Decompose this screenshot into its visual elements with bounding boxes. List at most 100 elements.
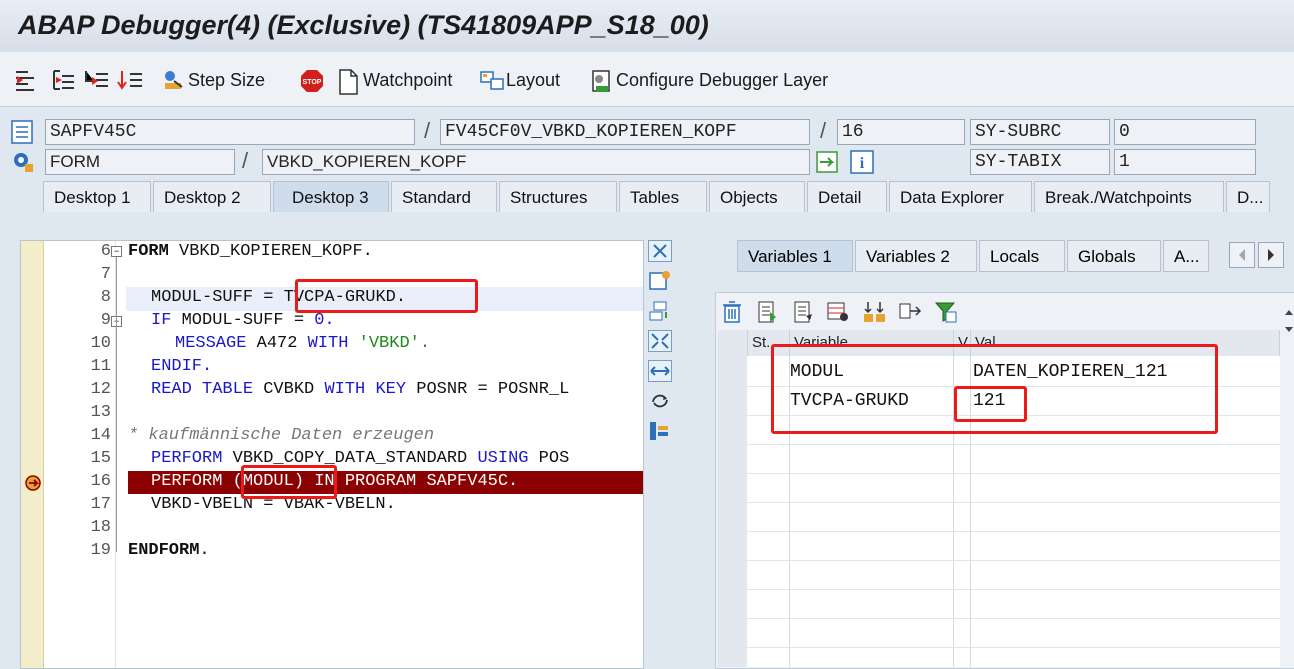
table-settings-icon[interactable] xyxy=(826,300,850,324)
execution-pointer-icon xyxy=(24,474,42,497)
code-line-9: IF MODUL-SUFF = 0. xyxy=(151,311,335,330)
sy-subrc-value: 0 xyxy=(1114,119,1256,145)
line-number: 18 xyxy=(90,518,111,537)
table-row[interactable] xyxy=(718,619,1280,648)
code-text: MODUL-SUFF = xyxy=(171,311,315,330)
tab-tables[interactable]: Tables xyxy=(619,181,707,212)
line-number: 7 xyxy=(100,265,111,284)
gear-icon xyxy=(10,149,36,180)
keyword: READ TABLE xyxy=(151,380,254,399)
delete-icon[interactable] xyxy=(720,300,744,324)
table-row[interactable] xyxy=(718,474,1280,503)
code-text: POS xyxy=(528,449,570,468)
code-text: A472 xyxy=(246,334,308,353)
svg-text:i: i xyxy=(860,155,865,172)
tab-locals[interactable]: Locals xyxy=(979,240,1065,272)
configure-icon xyxy=(590,69,612,92)
tab-breakpoints[interactable]: Break./Watchpoints xyxy=(1034,181,1224,212)
code-line-15: PERFORM VBKD_COPY_DATA_STANDARD USING PO… xyxy=(151,449,569,468)
table-row[interactable] xyxy=(718,445,1280,474)
number: 0. xyxy=(314,311,335,330)
navigate-icon[interactable] xyxy=(815,150,841,179)
tab-detail[interactable]: Detail xyxy=(807,181,887,212)
execute-icon[interactable] xyxy=(48,66,76,94)
layout-icon xyxy=(480,69,504,91)
line-field: 16 xyxy=(837,119,965,145)
services-tool-icon[interactable] xyxy=(648,420,672,442)
new-tool-icon[interactable] xyxy=(648,270,672,292)
sy-tabix-label: SY-TABIX xyxy=(970,149,1110,175)
tab-more-right[interactable]: A... xyxy=(1163,240,1209,272)
code-text: . xyxy=(199,541,210,560)
sy-tabix-value: 1 xyxy=(1114,149,1256,175)
tab-desktop-3[interactable]: Desktop 3 xyxy=(273,181,389,212)
tab-globals[interactable]: Globals xyxy=(1067,240,1161,272)
transfer-icon[interactable] xyxy=(898,300,922,324)
watchpoint-button[interactable]: Watchpoint xyxy=(337,66,452,95)
configure-debugger-layer-button[interactable]: Configure Debugger Layer xyxy=(590,66,828,94)
step-size-button[interactable]: Step Size xyxy=(162,66,265,94)
close-tool-icon[interactable] xyxy=(648,240,672,262)
table-row[interactable] xyxy=(718,590,1280,619)
code-line-14: * kaufmännische Daten erzeugen xyxy=(128,426,435,445)
collapse-toggle[interactable]: − xyxy=(111,246,122,257)
keyword: WITH xyxy=(307,334,349,353)
filter-icon[interactable] xyxy=(934,300,958,324)
scrollbar[interactable] xyxy=(1283,295,1294,345)
program-field: SAPFV45C xyxy=(45,119,415,145)
tab-desktop-2[interactable]: Desktop 2 xyxy=(153,181,271,212)
tab-standard[interactable]: Standard xyxy=(391,181,497,212)
annotation-box xyxy=(241,465,337,499)
tab-more[interactable]: D... xyxy=(1226,181,1270,212)
keyword: ENDFORM xyxy=(128,541,200,560)
code-line-6: FORM VBKD_KOPIEREN_KOPF. xyxy=(128,242,373,261)
keyword: MESSAGE xyxy=(175,334,247,353)
import-icon[interactable] xyxy=(756,300,780,324)
table-row[interactable] xyxy=(718,561,1280,590)
sy-subrc-label: SY-SUBRC xyxy=(970,119,1110,145)
table-row[interactable] xyxy=(718,503,1280,532)
tab-structures[interactable]: Structures xyxy=(499,181,617,212)
export-icon[interactable] xyxy=(792,300,816,324)
scroll-left-icon[interactable] xyxy=(1229,242,1255,268)
fold-line xyxy=(116,257,117,552)
tab-data-explorer[interactable]: Data Explorer xyxy=(889,181,1032,212)
separator: / xyxy=(424,118,431,143)
keyword: WITH KEY xyxy=(324,380,407,399)
keyword: PERFORM xyxy=(151,449,223,468)
tab-variables-1[interactable]: Variables 1 xyxy=(737,240,853,272)
maximize-icon[interactable] xyxy=(648,330,672,352)
breakpoint-gutter[interactable] xyxy=(21,241,44,668)
keyword: IF xyxy=(151,311,172,330)
tab-desktop-1[interactable]: Desktop 1 xyxy=(43,181,151,212)
configure-label: Configure Debugger Layer xyxy=(616,69,829,90)
code-text: MODUL-SUFF = xyxy=(151,288,284,307)
line-number: 13 xyxy=(90,403,111,422)
single-step-icon[interactable] xyxy=(14,66,42,94)
separator: / xyxy=(242,148,249,173)
include-field: FV45CF0V_VBKD_KOPIEREN_KOPF xyxy=(440,119,810,145)
table-row[interactable] xyxy=(718,532,1280,561)
code-text: CVBKD xyxy=(253,380,325,399)
refresh-icon[interactable] xyxy=(648,390,672,412)
tab-objects[interactable]: Objects xyxy=(709,181,805,212)
info-icon[interactable]: i xyxy=(850,150,874,179)
annotation-box xyxy=(295,279,478,313)
code-line-10: MESSAGE A472 WITH 'VBKD'. xyxy=(175,334,430,353)
swap-icon[interactable] xyxy=(648,360,672,382)
scroll-right-icon[interactable] xyxy=(1258,242,1284,268)
sort-icon[interactable] xyxy=(862,300,886,324)
return-icon[interactable] xyxy=(82,66,110,94)
code-line-11: ENDIF. xyxy=(151,357,212,376)
replace-tool-icon[interactable] xyxy=(648,300,672,322)
code-line-12: READ TABLE CVBKD WITH KEY POSNR = POSNR_… xyxy=(151,380,569,399)
tab-variables-2[interactable]: Variables 2 xyxy=(855,240,977,272)
line-number: 10 xyxy=(90,334,111,353)
keyword: ENDIF. xyxy=(151,357,213,376)
stop-button[interactable]: STOP xyxy=(300,66,326,94)
code-text: VBKD_KOPIEREN_KOPF. xyxy=(168,242,373,261)
type-field: FORM xyxy=(45,149,235,175)
continue-icon[interactable] xyxy=(116,66,144,94)
layout-button[interactable]: Layout xyxy=(480,66,560,94)
svg-text:STOP: STOP xyxy=(303,79,322,86)
